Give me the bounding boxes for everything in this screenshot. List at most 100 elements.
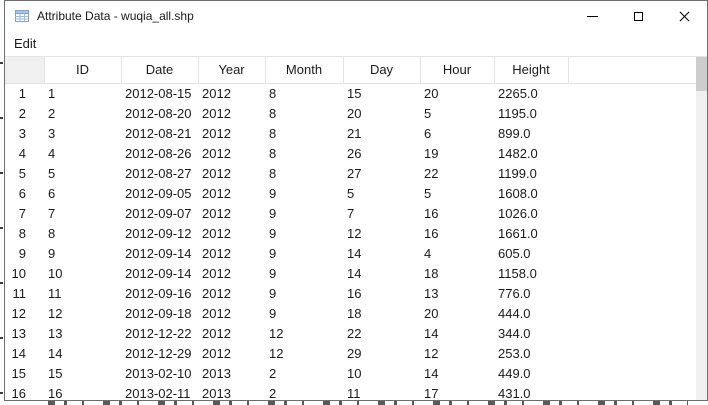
cell-hour[interactable]: 12 <box>420 343 494 363</box>
cell-hour[interactable]: 20 <box>420 83 494 103</box>
cell-year[interactable]: 2013 <box>198 363 265 383</box>
cell-height[interactable]: 1482.0 <box>494 143 568 163</box>
minimize-button[interactable] <box>569 1 615 31</box>
cell-date[interactable]: 2012-09-18 <box>121 303 198 323</box>
cell-day[interactable]: 18 <box>343 303 420 323</box>
row-number[interactable]: 4 <box>5 143 44 163</box>
cell-day[interactable]: 11 <box>343 383 420 400</box>
column-header-height[interactable]: Height <box>494 57 568 83</box>
cell-date[interactable]: 2012-09-14 <box>121 243 198 263</box>
row-header-corner[interactable] <box>5 57 44 83</box>
cell-year[interactable]: 2012 <box>198 143 265 163</box>
cell-year[interactable]: 2012 <box>198 103 265 123</box>
cell-date[interactable]: 2012-08-27 <box>121 163 198 183</box>
cell-height[interactable]: 431.0 <box>494 383 568 400</box>
cell-id[interactable]: 5 <box>44 163 121 183</box>
cell-month[interactable]: 8 <box>265 103 343 123</box>
cell-year[interactable]: 2012 <box>198 123 265 143</box>
cell-height[interactable]: 605.0 <box>494 243 568 263</box>
row-number[interactable]: 2 <box>5 103 44 123</box>
cell-date[interactable]: 2012-09-14 <box>121 263 198 283</box>
cell-date[interactable]: 2012-12-29 <box>121 343 198 363</box>
column-header-month[interactable]: Month <box>265 57 343 83</box>
cell-day[interactable]: 14 <box>343 243 420 263</box>
cell-month[interactable]: 9 <box>265 263 343 283</box>
cell-day[interactable]: 14 <box>343 263 420 283</box>
cell-id[interactable]: 14 <box>44 343 121 363</box>
column-header-day[interactable]: Day <box>343 57 420 83</box>
cell-day[interactable]: 20 <box>343 103 420 123</box>
cell-year[interactable]: 2013 <box>198 383 265 400</box>
cell-height[interactable]: 449.0 <box>494 363 568 383</box>
cell-day[interactable]: 27 <box>343 163 420 183</box>
row-number[interactable]: 16 <box>5 383 44 400</box>
cell-month[interactable]: 12 <box>265 343 343 363</box>
cell-day[interactable]: 26 <box>343 143 420 163</box>
cell-hour[interactable]: 16 <box>420 223 494 243</box>
cell-day[interactable]: 29 <box>343 343 420 363</box>
cell-date[interactable]: 2012-08-21 <box>121 123 198 143</box>
row-number[interactable]: 11 <box>5 283 44 303</box>
cell-id[interactable]: 8 <box>44 223 121 243</box>
cell-date[interactable]: 2013-02-11 <box>121 383 198 400</box>
row-number[interactable]: 10 <box>5 263 44 283</box>
cell-hour[interactable]: 14 <box>420 363 494 383</box>
cell-id[interactable]: 1 <box>44 83 121 103</box>
cell-hour[interactable]: 6 <box>420 123 494 143</box>
row-number[interactable]: 15 <box>5 363 44 383</box>
cell-height[interactable]: 344.0 <box>494 323 568 343</box>
cell-id[interactable]: 11 <box>44 283 121 303</box>
maximize-button[interactable] <box>615 1 661 31</box>
cell-month[interactable]: 8 <box>265 143 343 163</box>
menu-edit[interactable]: Edit <box>5 34 45 53</box>
row-number[interactable]: 1 <box>5 83 44 103</box>
cell-day[interactable]: 7 <box>343 203 420 223</box>
cell-day[interactable]: 15 <box>343 83 420 103</box>
cell-height[interactable]: 1661.0 <box>494 223 568 243</box>
cell-hour[interactable]: 4 <box>420 243 494 263</box>
cell-id[interactable]: 6 <box>44 183 121 203</box>
cell-month[interactable]: 9 <box>265 243 343 263</box>
cell-month[interactable]: 2 <box>265 363 343 383</box>
cell-year[interactable]: 2012 <box>198 83 265 103</box>
vertical-scrollbar[interactable] <box>696 57 707 400</box>
cell-day[interactable]: 12 <box>343 223 420 243</box>
cell-year[interactable]: 2012 <box>198 183 265 203</box>
cell-id[interactable]: 10 <box>44 263 121 283</box>
cell-id[interactable]: 12 <box>44 303 121 323</box>
cell-year[interactable]: 2012 <box>198 303 265 323</box>
cell-month[interactable]: 2 <box>265 383 343 400</box>
column-header-id[interactable]: ID <box>44 57 121 83</box>
cell-date[interactable]: 2012-09-12 <box>121 223 198 243</box>
cell-id[interactable]: 7 <box>44 203 121 223</box>
cell-month[interactable]: 9 <box>265 183 343 203</box>
cell-id[interactable]: 4 <box>44 143 121 163</box>
row-number[interactable]: 12 <box>5 303 44 323</box>
cell-height[interactable]: 2265.0 <box>494 83 568 103</box>
row-number[interactable]: 5 <box>5 163 44 183</box>
cell-date[interactable]: 2012-08-20 <box>121 103 198 123</box>
cell-hour[interactable]: 22 <box>420 163 494 183</box>
column-header-date[interactable]: Date <box>121 57 198 83</box>
cell-id[interactable]: 9 <box>44 243 121 263</box>
cell-date[interactable]: 2012-09-16 <box>121 283 198 303</box>
cell-height[interactable]: 1026.0 <box>494 203 568 223</box>
cell-hour[interactable]: 18 <box>420 263 494 283</box>
cell-hour[interactable]: 20 <box>420 303 494 323</box>
cell-day[interactable]: 16 <box>343 283 420 303</box>
cell-month[interactable]: 8 <box>265 83 343 103</box>
cell-year[interactable]: 2012 <box>198 263 265 283</box>
cell-height[interactable]: 1158.0 <box>494 263 568 283</box>
cell-year[interactable]: 2012 <box>198 243 265 263</box>
cell-height[interactable]: 253.0 <box>494 343 568 363</box>
cell-id[interactable]: 2 <box>44 103 121 123</box>
cell-height[interactable]: 776.0 <box>494 283 568 303</box>
cell-hour[interactable]: 5 <box>420 183 494 203</box>
cell-id[interactable]: 13 <box>44 323 121 343</box>
cell-month[interactable]: 9 <box>265 203 343 223</box>
cell-day[interactable]: 5 <box>343 183 420 203</box>
cell-year[interactable]: 2012 <box>198 163 265 183</box>
cell-month[interactable]: 12 <box>265 323 343 343</box>
cell-date[interactable]: 2012-12-22 <box>121 323 198 343</box>
cell-date[interactable]: 2012-09-05 <box>121 183 198 203</box>
